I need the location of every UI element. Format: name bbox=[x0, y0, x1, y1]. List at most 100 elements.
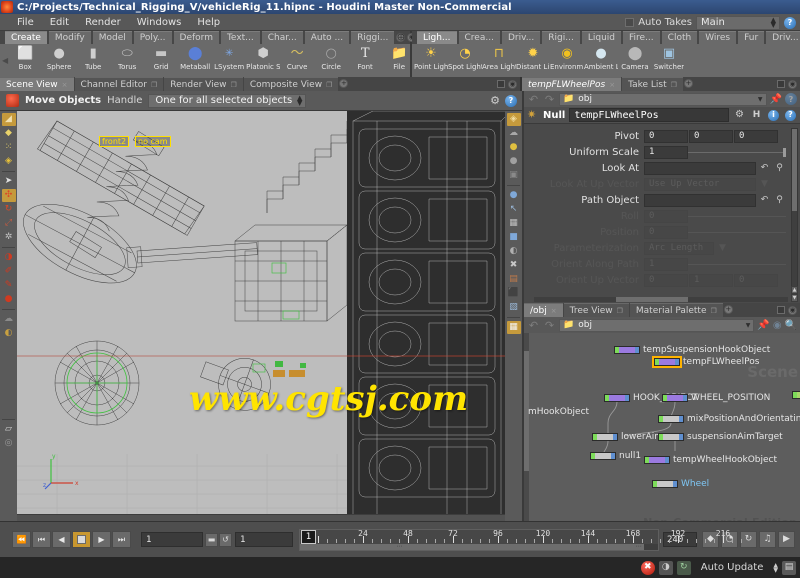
shelf-tab-character[interactable]: Char... bbox=[261, 31, 303, 44]
snap-multi-icon[interactable]: ⁙ bbox=[2, 141, 16, 154]
look-at-field[interactable] bbox=[644, 161, 756, 175]
mouse-status-icon[interactable]: ◑ bbox=[658, 560, 673, 575]
add-pane-tab-icon[interactable]: + bbox=[339, 79, 349, 88]
tab-obj-network[interactable]: /obj × bbox=[524, 303, 563, 317]
shelf-tab-liquid[interactable]: Liquid bbox=[581, 31, 621, 44]
shelf-tool-area-light[interactable]: ⊓ Area Light bbox=[482, 45, 516, 77]
uniform-scale-slider[interactable] bbox=[688, 145, 786, 159]
shelf-tool-point-light[interactable]: ☀ Point Light bbox=[414, 45, 448, 77]
node-temp-wheel-hook-object[interactable]: tempWheelHookObject bbox=[644, 455, 777, 465]
back-arrow-icon[interactable]: ↶ bbox=[527, 319, 540, 332]
pivot-z-field[interactable]: 0 bbox=[734, 129, 778, 143]
gear-icon[interactable]: ⚙ bbox=[733, 109, 746, 122]
object-picker-icon[interactable]: ⚲ bbox=[773, 194, 786, 207]
shelf-tool-circle[interactable]: ○ Circle bbox=[314, 45, 348, 77]
shelf-tab-cloth[interactable]: Cloth bbox=[661, 31, 698, 44]
arrow-pointer-icon[interactable]: ➤ bbox=[2, 175, 16, 188]
path-object-field[interactable] bbox=[644, 193, 756, 207]
pivot-x-field[interactable]: 0 bbox=[644, 129, 688, 143]
chevron-down-icon[interactable]: ▼ bbox=[746, 322, 751, 329]
scrollbar-thumb[interactable]: ⋯ ⋯ bbox=[300, 543, 644, 550]
scroll-down-icon[interactable]: ▼ bbox=[791, 294, 798, 302]
scrollbar-thumb[interactable] bbox=[792, 129, 797, 211]
revert-icon[interactable]: ↶ bbox=[758, 162, 771, 175]
info-icon[interactable]: i bbox=[767, 109, 780, 122]
close-icon[interactable]: × bbox=[551, 307, 557, 315]
normals-display-icon[interactable]: ↖ bbox=[507, 203, 521, 216]
viewport-settings-icon[interactable]: ⚙ bbox=[490, 94, 500, 107]
node-null1[interactable]: null1 bbox=[590, 451, 641, 461]
add-pane-tab-icon[interactable]: + bbox=[723, 305, 733, 314]
shelf-tab-drive2[interactable]: Driv... bbox=[766, 31, 800, 44]
forward-arrow-icon[interactable]: ↷ bbox=[543, 93, 556, 106]
snapshot-icon[interactable]: ▤ bbox=[507, 273, 521, 286]
timeline-scrollbar[interactable]: ⋯ ⋯ bbox=[300, 543, 658, 550]
network-canvas[interactable]: Scene tempSuspensionHookObject tempFLWhe… bbox=[524, 333, 800, 521]
close-icon[interactable]: ❐ bbox=[231, 81, 237, 89]
tab-take-list[interactable]: Take List ❐ bbox=[622, 77, 683, 91]
cloud-tool-icon[interactable]: ☁ bbox=[2, 313, 16, 326]
pane-options-icon[interactable]: ◉ bbox=[788, 79, 797, 89]
close-icon[interactable]: ❐ bbox=[326, 81, 332, 89]
rotate-tool-icon[interactable]: ↻ bbox=[2, 203, 16, 216]
close-icon[interactable]: × bbox=[609, 81, 615, 89]
help-icon[interactable]: ? bbox=[784, 109, 797, 122]
close-icon[interactable]: × bbox=[62, 81, 68, 89]
add-pane-tab-icon[interactable]: + bbox=[683, 79, 693, 88]
error-status-icon[interactable]: ✖ bbox=[640, 560, 655, 575]
step-back-icon[interactable]: ⏮ bbox=[32, 531, 51, 548]
shelf-tool-distant-light[interactable]: ✹ Distant Li... bbox=[516, 45, 550, 77]
disc-tool-icon[interactable]: ◎ bbox=[2, 437, 16, 450]
shelf-tool-ambient-light[interactable]: ● Ambient L... bbox=[584, 45, 618, 77]
shelf-tool-torus[interactable]: ⬭ Torus bbox=[110, 45, 144, 77]
pane-options-icon[interactable]: ◉ bbox=[508, 79, 517, 89]
tab-scene-view[interactable]: Scene View × bbox=[0, 77, 74, 91]
maximize-pane-icon[interactable] bbox=[497, 80, 505, 88]
guide-display-icon[interactable]: ■ bbox=[507, 231, 521, 244]
camera-display-icon[interactable]: ▣ bbox=[507, 169, 521, 182]
parameter-path-field[interactable]: 📁 obj ▼ bbox=[559, 92, 767, 106]
current-frame-field[interactable]: 1 bbox=[235, 532, 293, 547]
shelf-tab-wires[interactable]: Wires bbox=[699, 31, 737, 44]
pane-options-icon[interactable]: ◉ bbox=[788, 305, 797, 315]
node-name-field[interactable]: tempFLWheelPos bbox=[569, 108, 729, 122]
tab-tree-view[interactable]: Tree View ❐ bbox=[563, 303, 629, 317]
shelf-tab-lights[interactable]: Ligh... bbox=[417, 31, 457, 44]
tab-composite-view[interactable]: Composite View ❐ bbox=[243, 77, 339, 91]
snap-diamond-icon[interactable]: ◆ bbox=[2, 127, 16, 140]
shelf-tool-spot-light[interactable]: ◔ Spot Light bbox=[448, 45, 482, 77]
sculpt-tool-icon[interactable]: ● bbox=[2, 293, 16, 306]
viewport-view-selector[interactable]: front2 bbox=[99, 136, 130, 147]
close-icon[interactable]: ❐ bbox=[151, 81, 157, 89]
forward-arrow-icon[interactable]: ↷ bbox=[543, 319, 556, 332]
comment-icon[interactable]: ⬛ bbox=[507, 287, 521, 300]
paint-tool-icon[interactable]: ✐ bbox=[2, 265, 16, 278]
shelf-tab-auto[interactable]: Auto ... bbox=[304, 31, 350, 44]
node-tempFLWheelPos[interactable]: tempFLWheelPos bbox=[652, 355, 759, 368]
shading-mode-icon[interactable]: ◈ bbox=[506, 113, 521, 126]
audio-icon[interactable]: ♫ bbox=[759, 531, 776, 548]
edit-tool-icon[interactable]: ✎ bbox=[2, 279, 16, 292]
start-frame-field[interactable]: 1 bbox=[141, 532, 203, 547]
help-icon[interactable]: ? bbox=[785, 93, 797, 105]
sync-icon[interactable]: ◉ bbox=[773, 320, 782, 331]
handle-tool-icon[interactable]: ✲ bbox=[2, 231, 16, 244]
pivot-y-field[interactable]: 0 bbox=[689, 129, 733, 143]
stop-icon[interactable] bbox=[72, 531, 91, 548]
render-status-icon[interactable]: ▤ bbox=[782, 560, 796, 575]
menu-render[interactable]: Render bbox=[78, 16, 128, 29]
tab-material-palette[interactable]: Material Palette ❐ bbox=[629, 303, 723, 317]
light-tool-icon[interactable]: ◐ bbox=[2, 327, 16, 340]
shelf-tab-deform[interactable]: Deform bbox=[173, 31, 219, 44]
point-display-icon[interactable]: ● bbox=[507, 189, 521, 202]
shelf-tab-create[interactable]: Create bbox=[5, 31, 47, 44]
viewport-canvas[interactable]: front2 no cam y x z www.cgtsj.com Non-Co… bbox=[17, 111, 505, 521]
pin-icon[interactable]: 📌 bbox=[757, 320, 769, 331]
ghost-display-icon[interactable]: ☁ bbox=[507, 127, 521, 140]
light-display-icon[interactable]: ● bbox=[507, 141, 521, 154]
shelf-tab-texture[interactable]: Text... bbox=[220, 31, 260, 44]
shelf-tool-box[interactable]: ⬜ Box bbox=[8, 45, 42, 77]
node-Wheel[interactable]: Wheel bbox=[652, 479, 709, 489]
object-picker-icon[interactable]: ⚲ bbox=[773, 162, 786, 175]
shelf-tool-platonic-solid[interactable]: ⬢ Platonic S... bbox=[246, 45, 280, 77]
